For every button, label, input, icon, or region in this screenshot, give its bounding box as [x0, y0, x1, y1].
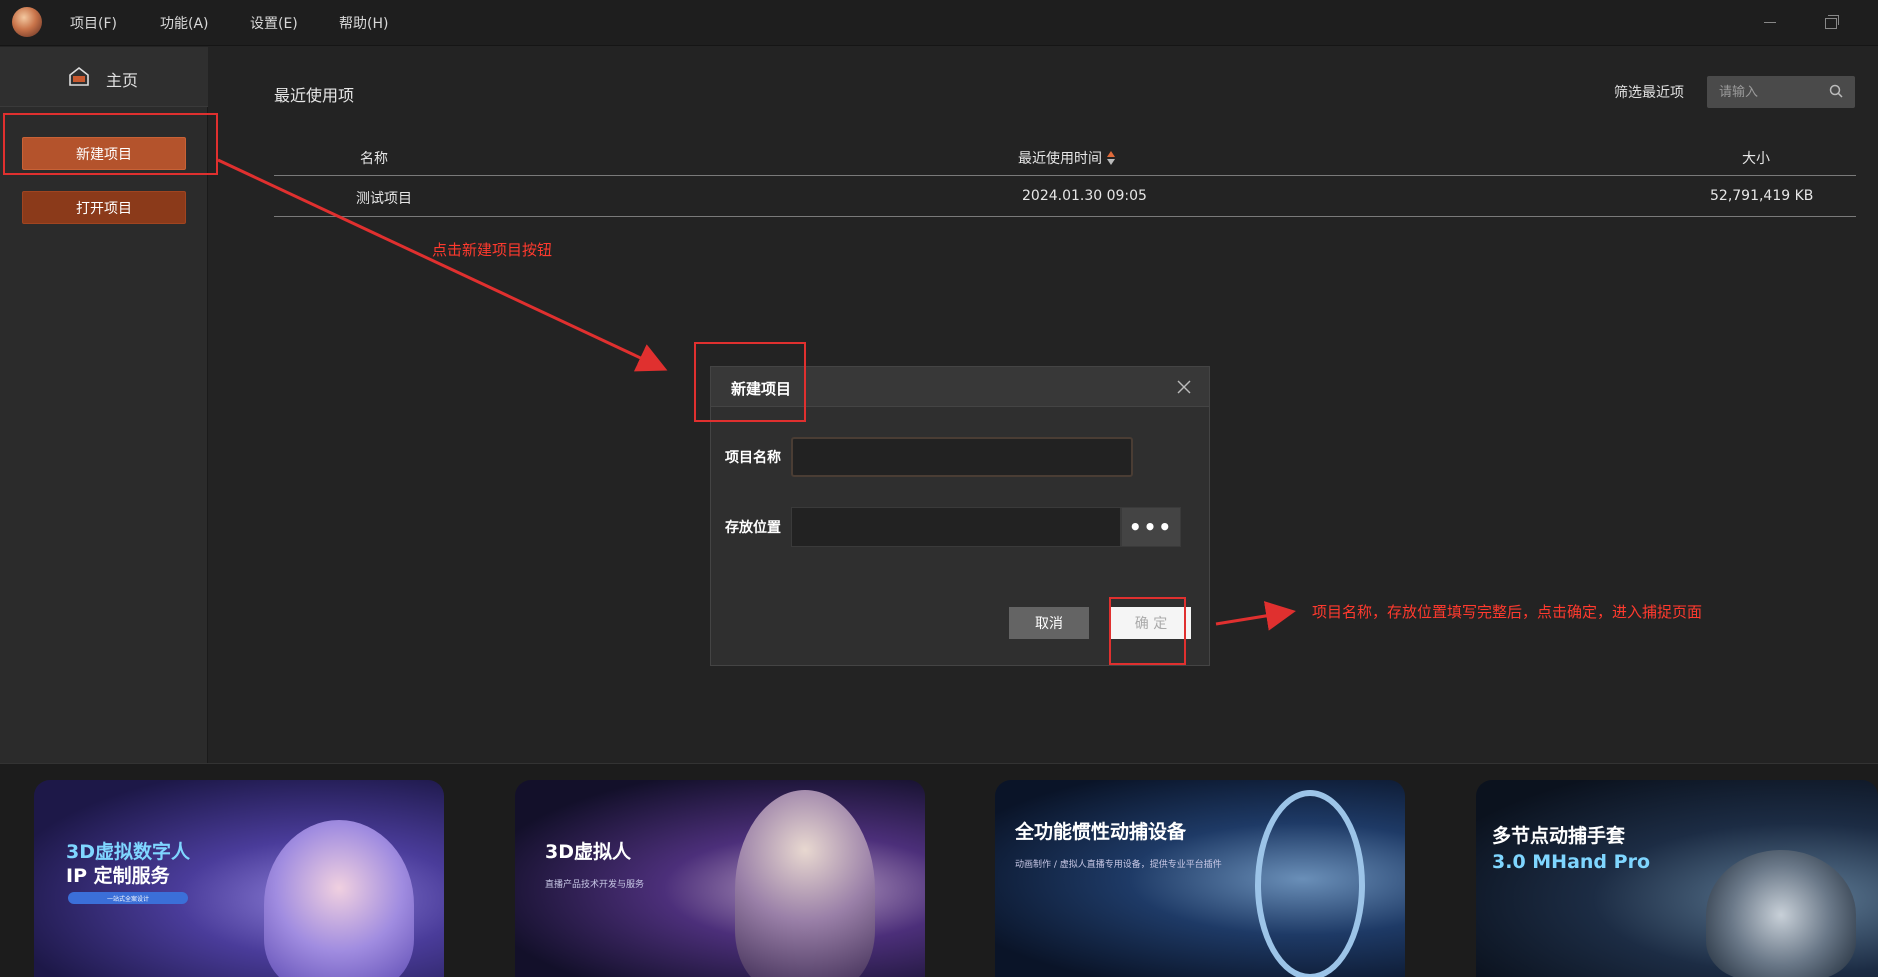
project-name-input[interactable] [791, 437, 1133, 477]
home-icon [69, 66, 89, 86]
app-logo [12, 7, 42, 37]
location-input[interactable] [791, 507, 1121, 547]
restore-icon[interactable] [1822, 14, 1839, 30]
title-bar: 项目(F) 功能(A) 设置(E) 帮助(H) [0, 0, 1878, 46]
filter-label: 筛选最近项 [1614, 85, 1684, 101]
card-2-character [735, 790, 875, 977]
card-3-sub: 动画制作 / 虚拟人直播专用设备，提供专业平台插件 [1015, 860, 1222, 870]
search-icon[interactable] [1829, 84, 1843, 98]
annotation-click-new: 点击新建项目按钮 [432, 241, 553, 259]
location-label: 存放位置 [725, 520, 781, 536]
open-project-button[interactable]: 打开项目 [22, 191, 186, 224]
table-header: 名称 最近使用时间 大小 [274, 140, 1856, 176]
promo-card-3d-virtual-human[interactable]: 3D虚拟人 直播产品技术开发与服务 [515, 780, 925, 977]
column-time[interactable]: 最近使用时间 [1018, 148, 1102, 168]
minimize-icon[interactable] [1762, 14, 1778, 30]
promo-card-virtual-human-ip[interactable]: 3D虚拟数字人 IP 定制服务 一站式全案设计 [34, 780, 444, 977]
card-4-glove [1706, 850, 1856, 977]
close-icon[interactable] [1177, 380, 1191, 394]
highlight-confirm-button [1109, 597, 1186, 665]
card-1-title: 3D虚拟数字人 [66, 841, 190, 863]
promo-banner-strip: 3D虚拟数字人 IP 定制服务 一站式全案设计 3D虚拟人 直播产品技术开发与服… [0, 763, 1878, 977]
highlight-dialog-title [694, 342, 806, 422]
project-name-label: 项目名称 [725, 450, 781, 466]
arrow-to-confirm [1215, 601, 1296, 631]
promo-card-mocap-glove[interactable]: 多节点动捕手套 3.0 MHand Pro [1476, 780, 1878, 977]
card-2-title: 3D虚拟人 [545, 841, 631, 863]
card-3-ring [1255, 790, 1365, 977]
card-4-subtitle: 3.0 MHand Pro [1492, 851, 1650, 873]
card-1-character [264, 820, 414, 977]
table-row[interactable]: 测试项目 2024.01.30 09:05 52,791,419 KB [274, 177, 1856, 217]
row-size: 52,791,419 KB [1710, 188, 1814, 204]
row-time: 2024.01.30 09:05 [1022, 188, 1147, 204]
card-3-title: 全功能惯性动捕设备 [1015, 821, 1187, 843]
highlight-new-button [3, 113, 218, 175]
row-name: 测试项目 [356, 191, 412, 207]
sort-icon[interactable] [1106, 149, 1116, 167]
browse-button[interactable]: ••• [1121, 507, 1181, 547]
column-size[interactable]: 大小 [1742, 148, 1770, 168]
annotation-fill-confirm: 项目名称，存放位置填写完整后，点击确定，进入捕捉页面 [1312, 603, 1703, 621]
menu-help[interactable]: 帮助(H) [339, 13, 388, 33]
menu-function[interactable]: 功能(A) [160, 13, 209, 33]
home-label: 主页 [106, 71, 139, 90]
card-1-badge: 一站式全案设计 [68, 892, 188, 904]
sidebar-item-home[interactable]: 主页 [0, 47, 208, 107]
card-1-subtitle: IP 定制服务 [66, 865, 170, 887]
menu-project[interactable]: 项目(F) [70, 13, 117, 33]
card-4-title: 多节点动捕手套 [1492, 825, 1626, 847]
recent-title: 最近使用项 [274, 86, 355, 105]
promo-card-mocap-device[interactable]: 全功能惯性动捕设备 动画制作 / 虚拟人直播专用设备，提供专业平台插件 [995, 780, 1405, 977]
cancel-button[interactable]: 取消 [1009, 607, 1089, 639]
menu-settings[interactable]: 设置(E) [250, 13, 298, 33]
card-2-sub: 直播产品技术开发与服务 [545, 880, 645, 890]
column-name[interactable]: 名称 [360, 148, 388, 168]
